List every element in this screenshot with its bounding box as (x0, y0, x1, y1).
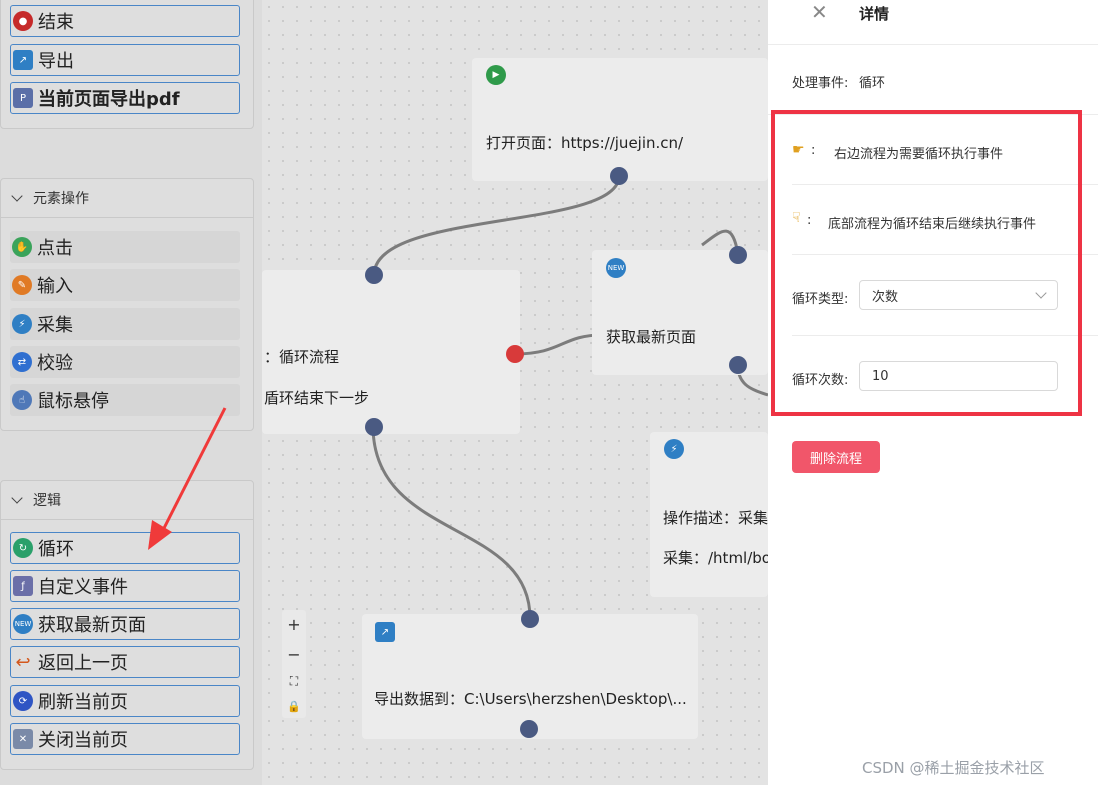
hover-icon: ☝ (12, 390, 32, 410)
refresh-page-button[interactable]: ⟳ 刷新当前页 (10, 685, 240, 717)
collect-path-text: 采集：/html/bo (663, 549, 771, 567)
verify-icon: ⇄ (12, 352, 32, 372)
play-icon: ▶ (486, 65, 506, 85)
event-value: 循环 (859, 76, 886, 91)
close-icon[interactable]: ✕ (811, 0, 828, 24)
export-label: 导出 (38, 51, 74, 72)
collect-button[interactable]: ⚡ 采集 (10, 308, 240, 340)
latest-out-handle[interactable] (729, 356, 747, 374)
hover-label: 鼠标悬停 (37, 391, 109, 412)
export-in-handle[interactable] (521, 610, 539, 628)
custom-event-label: 自定义事件 (38, 577, 128, 598)
custom-event-icon: ƒ (13, 576, 33, 596)
collect-node[interactable]: ⚡ 操作描述：采集 采集：/html/bo (650, 432, 771, 597)
delete-flow-button[interactable]: 删除流程 (792, 441, 880, 473)
chevron-down-icon (11, 190, 23, 202)
watermark: CSDN @稀土掘金技术社区 (862, 759, 1045, 777)
loop-flow-text: ：循环流程 (264, 348, 340, 366)
end-button[interactable]: ● 结束 (10, 5, 240, 37)
open-page-node[interactable]: ▶ 打开页面：https://juejin.cn/ (472, 58, 768, 181)
detail-title: 详情 (859, 5, 890, 23)
collect-icon: ⚡ (12, 314, 32, 334)
export-data-text: 导出数据到：C:\Users\herzshen\Desktop\... (374, 690, 687, 708)
input-button[interactable]: ✎ 输入 (10, 269, 240, 301)
loop-icon: ↻ (13, 538, 33, 558)
custom-event-button[interactable]: ƒ 自定义事件 (10, 570, 240, 602)
input-label: 输入 (37, 276, 73, 297)
export-button[interactable]: ↗ 导出 (10, 44, 240, 76)
loop-right-handle[interactable] (506, 345, 524, 363)
export-out-handle[interactable] (520, 720, 538, 738)
element-operations-header[interactable]: 元素操作 (1, 179, 253, 218)
loop-in-handle[interactable] (365, 266, 383, 284)
refresh-page-label: 刷新当前页 (38, 692, 128, 713)
get-latest-page-button[interactable]: NEW 获取最新页面 (10, 608, 240, 640)
click-label: 点击 (37, 238, 73, 259)
zoom-out-button[interactable]: − (287, 645, 300, 664)
top-panel: ● 结束 ↗ 导出 P 当前页面导出pdf (0, 0, 254, 129)
refresh-icon: ⟳ (13, 691, 33, 711)
verify-label: 校验 (37, 353, 73, 374)
zoom-in-button[interactable]: + (287, 615, 300, 634)
lock-button[interactable]: 🔒 (287, 700, 301, 713)
pdf-icon: P (13, 88, 33, 108)
close-page-icon: ✕ (13, 729, 33, 749)
event-label: 处理事件: (792, 76, 849, 91)
new-page-icon: NEW (606, 258, 626, 278)
element-operations-panel: 元素操作 ✋ 点击 ✎ 输入 ⚡ 采集 ⇄ 校验 ☝ 鼠标悬停 (0, 178, 254, 431)
export-icon: ↗ (375, 622, 395, 642)
end-label: 结束 (38, 12, 74, 33)
close-page-button[interactable]: ✕ 关闭当前页 (10, 723, 240, 755)
loop-next-text: 盾环结束下一步 (264, 389, 370, 407)
back-icon: ↩ (15, 651, 31, 673)
element-operations-title: 元素操作 (33, 191, 89, 207)
highlight-box (771, 110, 1082, 416)
loop-node[interactable]: ：循环流程 盾环结束下一步 (262, 270, 520, 434)
loop-bottom-handle[interactable] (365, 418, 383, 436)
new-page-icon: NEW (13, 614, 33, 634)
loop-label: 循环 (38, 539, 74, 560)
open-page-text: 打开页面：https://juejin.cn/ (486, 134, 684, 152)
annotation-arrow (148, 407, 227, 550)
get-latest-page-label: 获取最新页面 (38, 615, 146, 636)
click-icon: ✋ (12, 237, 32, 257)
export-icon: ↗ (13, 50, 33, 70)
open-page-out-handle[interactable] (610, 167, 628, 185)
verify-button[interactable]: ⇄ 校验 (10, 346, 240, 378)
export-pdf-label: 当前页面导出pdf (38, 89, 180, 110)
close-page-label: 关闭当前页 (38, 730, 128, 751)
collect-label: 采集 (37, 315, 73, 336)
chevron-down-icon (11, 492, 23, 504)
get-latest-text: 获取最新页面 (606, 328, 697, 346)
go-back-label: 返回上一页 (38, 653, 128, 674)
go-back-button[interactable]: ↩ 返回上一页 (10, 646, 240, 678)
fit-view-button[interactable]: ⛶ (290, 674, 298, 689)
click-button[interactable]: ✋ 点击 (10, 231, 240, 263)
collect-icon: ⚡ (664, 439, 684, 459)
zoom-controls: + − ⛶ 🔒 (282, 610, 306, 718)
delete-flow-label: 删除流程 (809, 451, 862, 467)
component-sidebar: ● 结束 ↗ 导出 P 当前页面导出pdf 元素操作 ✋ 点击 ✎ 输入 ⚡ 采… (0, 0, 262, 785)
export-pdf-button[interactable]: P 当前页面导出pdf (10, 82, 240, 114)
end-icon: ● (13, 11, 33, 31)
latest-in-handle[interactable] (729, 246, 747, 264)
op-desc-text: 操作描述：采集 (663, 509, 769, 527)
logic-title: 逻辑 (33, 493, 61, 509)
input-icon: ✎ (12, 275, 32, 295)
